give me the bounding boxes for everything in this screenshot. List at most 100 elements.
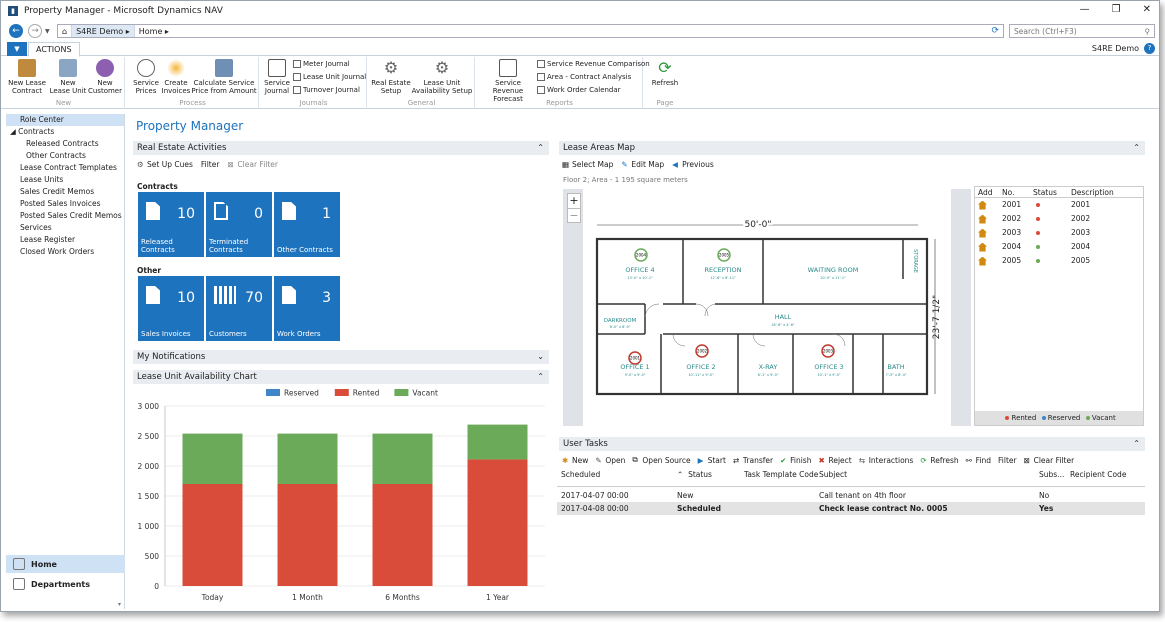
new-lease-contract-button[interactable]: New Lease Contract	[7, 59, 47, 95]
sidebar-item-services[interactable]: Services	[6, 222, 124, 234]
table-row[interactable]: 2017-04-07 00:00 New Call tenant on 4th fl…	[557, 489, 1145, 502]
col-subject[interactable]: Subject	[819, 470, 1039, 479]
sidebar-item-other-contracts[interactable]: Other Contracts	[6, 150, 124, 162]
work-order-calendar-button[interactable]: Work Order Calendar	[537, 86, 621, 94]
add-house-icon[interactable]	[978, 228, 987, 238]
open-source-button[interactable]: ⧉ Open Source	[632, 455, 690, 465]
user-tasks-header[interactable]: User Tasks ⌃	[559, 437, 1145, 451]
find-button[interactable]: ⚯ Find	[966, 456, 991, 465]
room-waiting-room[interactable]: WAITING ROOM	[808, 266, 859, 274]
lease-unit-journal-button[interactable]: Lease Unit Journal	[293, 73, 366, 81]
app-menu-button[interactable]: ▼	[7, 42, 27, 56]
cue-tile-customers[interactable]: 70 Customers	[206, 276, 272, 341]
breadcrumb-company[interactable]: S4RE Demo ▸	[72, 25, 135, 37]
area-contract-analysis-button[interactable]: Area - Contract Analysis	[537, 73, 631, 81]
real-estate-setup-button[interactable]: ⚙ Real Estate Setup	[371, 59, 411, 96]
expand-icon[interactable]: ⌄	[537, 350, 544, 364]
edit-map-button[interactable]: ✎ Edit Map	[621, 160, 664, 169]
maximize-button[interactable]: ❐	[1112, 4, 1121, 15]
service-revenue-comparison-button[interactable]: Service Revenue Comparison	[537, 60, 650, 68]
home-icon[interactable]: ⌂	[58, 25, 73, 37]
add-house-icon[interactable]	[978, 214, 987, 224]
new-task-button[interactable]: ✱ New	[562, 456, 588, 465]
map-marker-2004[interactable]: 2004	[634, 248, 648, 262]
room-hall[interactable]: HALL	[775, 313, 792, 321]
sidebar-item-contracts[interactable]: ◢ Contracts	[6, 126, 124, 138]
search-input[interactable]: Search (Ctrl+F3) ⚲	[1009, 24, 1155, 38]
new-customer-button[interactable]: New Customer	[87, 59, 123, 95]
service-revenue-forecast-button[interactable]: Service Revenue Forecast	[479, 59, 537, 103]
bar-rented[interactable]	[277, 484, 338, 586]
collapse-icon[interactable]: ⌃	[1133, 437, 1140, 451]
lease-unit-row[interactable]: 2003 2003	[975, 226, 1143, 240]
collapse-icon[interactable]: ⌃	[1133, 141, 1140, 155]
cue-tile-sales-invoices[interactable]: 10 Sales Invoices	[138, 276, 204, 341]
transfer-button[interactable]: ⇄ Transfer	[733, 456, 773, 465]
sidebar-item-role-center[interactable]: Role Center	[6, 114, 124, 126]
chevron-down-icon[interactable]: ▾	[118, 601, 121, 608]
help-icon[interactable]: ?	[1144, 43, 1155, 54]
bar-rented[interactable]	[182, 484, 243, 586]
table-row-selected[interactable]: 2017-04-08 00:00 Scheduled Check lease con…	[557, 502, 1145, 515]
col-scheduled[interactable]: Scheduled	[557, 470, 667, 479]
sidebar-item-posted-sales-credit-memos[interactable]: Posted Sales Credit Memos	[6, 210, 124, 222]
collapse-icon[interactable]: ◢	[10, 127, 18, 136]
breadcrumb-home[interactable]: Home ▸	[135, 25, 173, 37]
lease-unit-row[interactable]: 2002 2002	[975, 212, 1143, 226]
sidebar-item-sales-credit-memos[interactable]: Sales Credit Memos	[6, 186, 124, 198]
nav-home-button[interactable]: Home	[6, 555, 125, 573]
bar-rented[interactable]	[372, 484, 433, 586]
add-house-icon[interactable]	[978, 242, 987, 252]
col-recipient-code[interactable]: Recipient Code	[1070, 470, 1140, 479]
col-subs[interactable]: Subs...	[1039, 470, 1070, 479]
history-dropdown-icon[interactable]: ▼	[45, 28, 50, 35]
refresh-icon[interactable]: ⟳	[991, 26, 999, 36]
sidebar-item-lease-register[interactable]: Lease Register	[6, 234, 124, 246]
refresh-button[interactable]: ⟳ Refresh	[647, 59, 683, 88]
cue-tile-terminated-contracts[interactable]: 0 Terminated Contracts	[206, 192, 272, 257]
meter-journal-button[interactable]: Meter Journal	[293, 60, 350, 68]
bar-rented[interactable]	[467, 459, 528, 586]
select-map-button[interactable]: ▦ Select Map	[562, 160, 613, 169]
start-button[interactable]: ▶ Start	[698, 456, 726, 465]
zoom-control[interactable]: + −	[567, 193, 581, 223]
create-invoices-button[interactable]: Create Invoices	[161, 59, 191, 95]
lease-unit-availability-setup-button[interactable]: ⚙ Lease Unit Availability Setup	[411, 59, 473, 96]
room-darkroom[interactable]: DARKROOM	[604, 318, 637, 324]
refresh-tasks-button[interactable]: ⟳ Refresh	[920, 456, 958, 465]
sidebar-item-lease-units[interactable]: Lease Units	[6, 174, 124, 186]
lease-unit-row[interactable]: 2001 2001	[975, 198, 1143, 212]
calculate-service-price-button[interactable]: Calculate Service Price from Amount	[191, 59, 257, 95]
reject-button[interactable]: ✖ Reject	[818, 456, 851, 465]
map-header[interactable]: Lease Areas Map ⌃	[559, 141, 1145, 155]
lease-unit-row[interactable]: 2005 2005	[975, 254, 1143, 268]
cue-tile-work-orders[interactable]: 3 Work Orders	[274, 276, 340, 341]
room-bath[interactable]: BATH	[887, 363, 904, 371]
sidebar-item-posted-sales-invoices[interactable]: Posted Sales Invoices	[6, 198, 124, 210]
map-marker-2001[interactable]: 2001	[628, 351, 642, 365]
bar-vacant[interactable]	[277, 433, 338, 484]
room-storage[interactable]: STORAGE	[912, 249, 918, 273]
bar-vacant[interactable]	[467, 424, 528, 460]
bar-vacant[interactable]	[372, 433, 433, 484]
filter-tasks-button[interactable]: Filter	[998, 456, 1017, 465]
zoom-out-button[interactable]: −	[568, 208, 580, 223]
room-office-3[interactable]: OFFICE 3	[814, 363, 843, 371]
address-bar[interactable]: ⌂ S4RE Demo ▸ Home ▸ ⟳	[57, 24, 1004, 38]
forward-arrow-icon[interactable]: →	[28, 24, 42, 38]
tab-actions[interactable]: ACTIONS	[28, 42, 80, 57]
bar-vacant[interactable]	[182, 433, 243, 484]
floor-map[interactable]: + − 50'-0" 23'-7 1/2" OFFICE 4 13'-0" x 10…	[563, 189, 971, 426]
activities-header[interactable]: Real Estate Activities ⌃	[133, 141, 549, 155]
clear-filter-button[interactable]: ⊠ Clear Filter	[227, 160, 278, 169]
back-arrow-icon[interactable]: ←	[9, 24, 23, 38]
add-house-icon[interactable]	[978, 200, 987, 210]
cue-tile-other-contracts[interactable]: 1 Other Contracts	[274, 192, 340, 257]
room-reception[interactable]: RECEPTION	[704, 266, 741, 274]
sidebar-item-closed-work-orders[interactable]: Closed Work Orders	[6, 246, 124, 258]
zoom-in-button[interactable]: +	[568, 194, 580, 208]
interactions-button[interactable]: ⇆ Interactions	[859, 456, 914, 465]
previous-button[interactable]: ◀ Previous	[672, 160, 714, 169]
lease-unit-row[interactable]: 2004 2004	[975, 240, 1143, 254]
room-office-4[interactable]: OFFICE 4	[625, 266, 654, 274]
